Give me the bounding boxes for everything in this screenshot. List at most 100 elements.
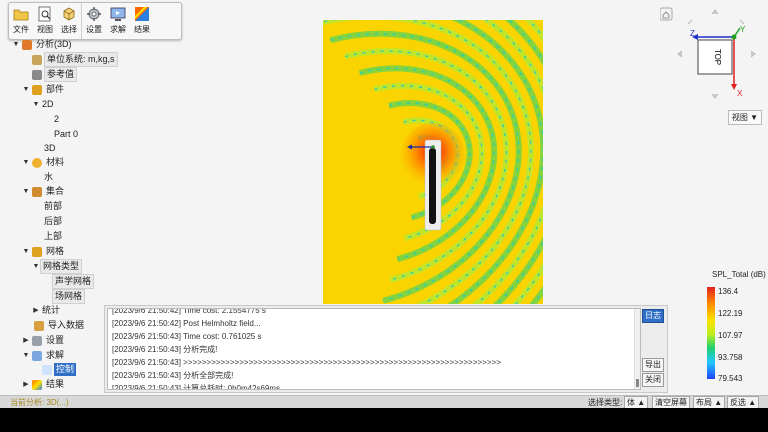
- log-tab-button[interactable]: 日志: [642, 309, 664, 323]
- collapse-icon[interactable]: ▼: [12, 38, 20, 51]
- settings-button-label: 设置: [86, 25, 102, 34]
- tree-node-sets[interactable]: ▼ 集合: [22, 185, 66, 198]
- file-button-label: 文件: [13, 25, 29, 34]
- tree-label: 结果: [46, 379, 65, 389]
- file-button[interactable]: 文件: [9, 3, 33, 39]
- log-scrollbar[interactable]: [634, 309, 640, 389]
- tree-label: 2: [54, 114, 60, 124]
- collapse-icon[interactable]: ▼: [22, 156, 30, 169]
- unit-icon: [32, 54, 42, 65]
- tree-label: 设置: [46, 335, 65, 345]
- tree-node-top[interactable]: 上部: [42, 230, 64, 243]
- expand-icon[interactable]: ▶: [22, 334, 30, 347]
- view-dropdown[interactable]: 视图 ▼: [728, 110, 762, 125]
- log-output[interactable]: [2023/9/6 21:50:42] Time cost: 2.1554775…: [107, 308, 641, 390]
- view-button[interactable]: 视图: [33, 3, 57, 39]
- axis-origin-marker: [731, 34, 737, 40]
- scrollbar-thumb[interactable]: [636, 379, 639, 387]
- rotate-arrow-icon[interactable]: [687, 19, 745, 25]
- tree-node-front[interactable]: 前部: [42, 200, 64, 213]
- tree-label: 声学网格: [52, 274, 95, 289]
- tree-label: 材料: [46, 157, 65, 167]
- tree-label: 网格: [46, 246, 65, 256]
- tree-label: 3D: [44, 143, 56, 153]
- tree-node-material[interactable]: ▼ 材料: [22, 156, 66, 169]
- tree-label: 控制: [54, 363, 77, 376]
- tree-label: Part 0: [54, 129, 79, 139]
- collapse-icon[interactable]: ▼: [32, 98, 40, 111]
- legend-label-2: 122.19: [718, 309, 743, 318]
- view-icon: [38, 6, 51, 22]
- tree-label: 水: [44, 172, 54, 182]
- tree-node-field-mesh[interactable]: 场网格: [52, 289, 86, 304]
- gear-icon: [87, 7, 101, 21]
- expand-icon[interactable]: ▶: [22, 378, 30, 391]
- legend-title: SPL_Total (dB): [712, 270, 766, 279]
- tree-node-unit-system[interactable]: 单位系统: m,kg,s: [30, 52, 118, 67]
- collapse-icon[interactable]: ▼: [22, 245, 30, 258]
- analysis-tree: ▼ 分析(3D) 单位系统: m,kg,s 参考值 ▼ 部件 ▼ 2D 2 Part …: [8, 38, 118, 391]
- tree-node-control[interactable]: 控制: [40, 363, 77, 376]
- application-window: 文件 视图 选择 设置 求解 结果 ▼ 分析(3D) 单位系统: m,kg,s …: [0, 0, 768, 409]
- log-panel: [2023/9/6 21:50:42] Time cost: 2.1554775…: [104, 305, 668, 393]
- solve-icon: [110, 7, 126, 21]
- tree-node-analysis[interactable]: ▼ 分析(3D): [12, 38, 74, 51]
- spl-contour-plot[interactable]: [323, 20, 543, 304]
- tree-node-3d[interactable]: 3D: [42, 142, 58, 155]
- export-button[interactable]: 导出: [642, 358, 664, 372]
- legend-label-max: 136.4: [718, 287, 739, 296]
- tree-node-stats[interactable]: ▶ 统计: [32, 304, 62, 317]
- tree-label: 网格类型: [40, 259, 83, 274]
- settings-gear-icon: [32, 335, 42, 346]
- tree-node-acoustic-mesh[interactable]: 声学网格: [52, 274, 95, 289]
- expand-icon[interactable]: ▶: [32, 304, 40, 317]
- tree-label: 2D: [42, 99, 54, 109]
- tree-label: 集合: [46, 186, 65, 196]
- control-icon: [42, 364, 52, 375]
- close-button[interactable]: 关闭: [642, 373, 664, 387]
- select-cube-icon: [63, 7, 75, 21]
- tree-node-part-2[interactable]: 2: [52, 113, 61, 126]
- collapse-icon[interactable]: ▼: [22, 349, 30, 362]
- tree-node-reference[interactable]: 参考值: [30, 67, 78, 82]
- solve-tree-icon: [32, 350, 42, 361]
- axis-y-label: Y: [740, 25, 746, 34]
- select-button[interactable]: 选择: [57, 3, 81, 39]
- status-bar: 当前分析: 3D(...) 选择类型: 体 ▲ 清空屏幕 布局 ▲ 反选 ▲: [0, 395, 768, 409]
- log-line: [2023/9/6 21:50:43] 分析完成!: [112, 345, 218, 354]
- solve-button-label: 求解: [110, 25, 126, 34]
- select-button-label: 选择: [61, 25, 77, 34]
- tree-node-parts[interactable]: ▼ 部件: [22, 83, 66, 96]
- tree-node-water[interactable]: 水: [42, 171, 55, 184]
- tree-node-back[interactable]: 后部: [42, 215, 64, 228]
- log-line: [2023/9/6 21:50:43] Time cost: 0.761025 …: [112, 332, 262, 341]
- log-line: [2023/9/6 21:50:43] 分析全部完成!: [112, 371, 234, 380]
- tree-node-part-0[interactable]: Part 0: [52, 128, 80, 141]
- tree-node-results[interactable]: ▶ 结果: [22, 378, 66, 391]
- folder-icon: [13, 9, 29, 21]
- axis-x-label: X: [737, 89, 743, 98]
- result-icon: [135, 7, 149, 21]
- navigation-cube-widget[interactable]: TOP X Y Z: [659, 6, 768, 102]
- solve-button[interactable]: 求解: [106, 3, 130, 39]
- main-toolbar: 文件 视图 选择 设置 求解 结果: [8, 2, 182, 40]
- collapse-icon[interactable]: ▼: [22, 185, 30, 198]
- tree-node-2d[interactable]: ▼ 2D: [32, 98, 56, 111]
- cube-face-label: TOP: [713, 49, 722, 65]
- collapse-icon[interactable]: ▼: [32, 260, 40, 273]
- legend-label-3: 107.97: [718, 331, 743, 340]
- collapse-icon[interactable]: ▼: [22, 83, 30, 96]
- tree-node-mesh-type[interactable]: ▼ 网格类型: [32, 259, 83, 274]
- tree-label: 导入数据: [48, 320, 85, 330]
- sets-icon: [32, 186, 42, 197]
- local-origin-marker: [431, 145, 435, 149]
- result-button[interactable]: 结果: [130, 3, 154, 39]
- tree-label: 前部: [44, 201, 63, 211]
- tree-node-mesh[interactable]: ▼ 网格: [22, 245, 66, 258]
- settings-button[interactable]: 设置: [82, 3, 106, 39]
- log-line: [2023/9/6 21:50:43] >>>>>>>>>>>>>>>>>>>>…: [112, 358, 501, 367]
- current-analysis-status: 当前分析: 3D(...): [10, 398, 69, 407]
- tree-node-settings[interactable]: ▶ 设置: [22, 334, 66, 347]
- tree-node-import-data[interactable]: 导入数据: [32, 319, 86, 332]
- tree-node-solve[interactable]: ▼ 求解: [22, 349, 66, 362]
